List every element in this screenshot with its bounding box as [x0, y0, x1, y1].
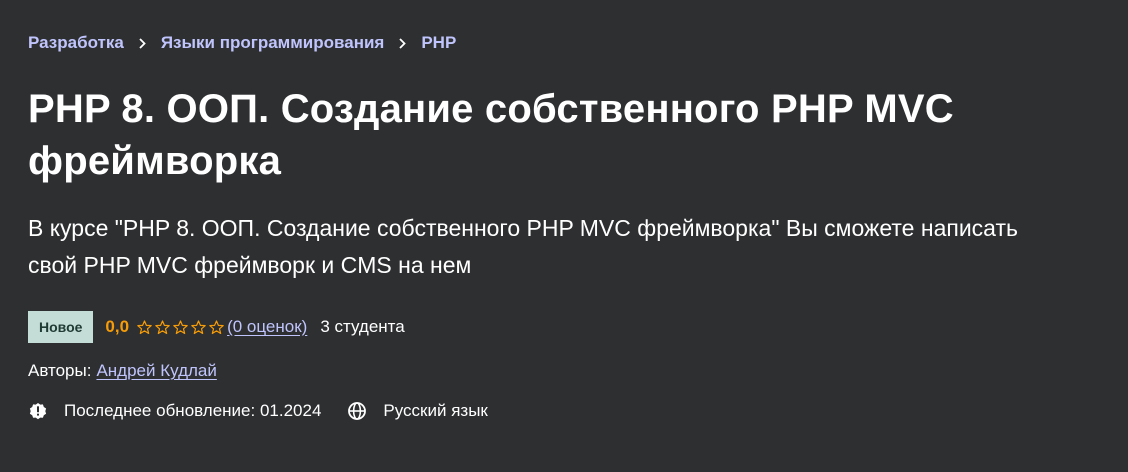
- breadcrumb: Разработка Языки программирования PHP: [28, 31, 456, 55]
- breadcrumb-item-php[interactable]: PHP: [421, 31, 456, 55]
- authors-row: Авторы: Андрей Кудлай: [28, 359, 217, 383]
- star-outline-icon: [155, 319, 170, 334]
- course-title: PHP 8. ООП. Создание собственного PHP MV…: [28, 87, 954, 183]
- rating-value: 0,0: [105, 317, 130, 336]
- star-outline-icon: [137, 319, 152, 334]
- new-badge: Новое: [28, 311, 94, 343]
- globe-icon: [348, 402, 367, 420]
- alert-badge-icon: [29, 403, 47, 420]
- chevron-right-icon: [124, 31, 161, 55]
- author-link[interactable]: Андрей Кудлай: [96, 361, 216, 380]
- course-language: Русский язык: [383, 401, 488, 420]
- star-outline-icon: [191, 319, 206, 334]
- star-outline-icon: [173, 319, 188, 334]
- meta-row: Последнее обновление: 01.2024 Русский яз…: [28, 399, 488, 423]
- breadcrumb-item-development[interactable]: Разработка: [28, 31, 124, 55]
- course-subtitle: В курсе "PHP 8. ООП. Создание собственно…: [28, 215, 1018, 278]
- last-updated: Последнее обновление: 01.2024: [64, 401, 322, 420]
- star-rating: [136, 319, 226, 336]
- rating-row: Новое 0,0 (0 оценок) 3 студента: [28, 311, 405, 343]
- ratings-count-link[interactable]: (0 оценок): [227, 317, 307, 337]
- chevron-right-icon: [384, 31, 421, 55]
- authors-label: Авторы:: [28, 361, 92, 380]
- star-outline-icon: [209, 319, 224, 334]
- breadcrumb-item-programming-languages[interactable]: Языки программирования: [161, 31, 385, 55]
- students-count: 3 студента: [320, 317, 405, 336]
